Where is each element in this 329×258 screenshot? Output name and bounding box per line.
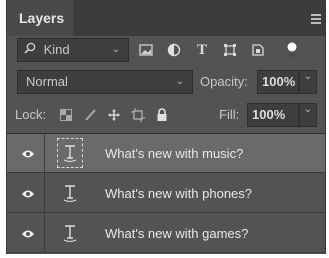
kind-filter-label: Kind [43,42,70,57]
filter-row: Kind ⌄ T [7,38,325,62]
lock-all-icon[interactable] [153,103,171,127]
lock-position-icon[interactable] [105,103,123,127]
layers-list: What's new with music? What's new with p… [7,133,325,255]
chevron-down-icon: ⌄ [303,104,312,115]
pixel-layer-filter-icon[interactable] [135,38,157,62]
blend-row: Normal ⌄ Opacity: 100% ⌄ [7,70,325,94]
lock-image-pixels-icon[interactable] [81,103,99,127]
opacity-input[interactable]: 100% [257,70,299,94]
panel-menu-icon[interactable] [311,14,321,26]
row-divider [44,214,45,252]
text-layer-icon [57,218,83,248]
text-layer-icon [57,178,83,208]
row-divider [44,174,45,212]
chevron-down-icon: ⌄ [175,76,184,87]
chevron-down-icon: ⌄ [303,71,312,82]
lock-row: Lock: Fill: 100% ⌄ [7,103,325,127]
layer-name[interactable]: What's new with games? [105,214,248,253]
tab-layers[interactable]: Layers [7,0,73,36]
shape-layer-filter-icon[interactable] [219,38,241,62]
blend-mode-value: Normal [26,74,68,89]
layer-row[interactable]: What's new with music? [7,134,325,173]
layer-row[interactable]: What's new with games? [7,214,325,253]
layer-name[interactable]: What's new with music? [105,134,243,173]
layer-row[interactable]: What's new with phones? [7,174,325,213]
visibility-eye-icon[interactable] [21,147,35,159]
opacity-label: Opacity: [200,74,248,89]
chevron-down-icon: ⌄ [111,44,120,55]
lock-label: Lock: [15,107,47,122]
kind-filter-dropdown[interactable]: Kind ⌄ [17,38,129,62]
visibility-eye-icon[interactable] [21,227,35,239]
layers-panel: Layers Kind ⌄ T Normal ⌄ Opacity: 100% ⌄… [6,0,326,254]
lock-transparency-icon[interactable] [57,103,75,127]
search-icon [24,42,40,57]
filter-toggle-icon[interactable] [281,38,303,62]
visibility-eye-icon[interactable] [21,187,35,199]
tab-bar: Layers [7,0,325,36]
text-layer-icon [57,138,83,168]
fill-input[interactable]: 100% [247,103,299,127]
fill-dropdown-button[interactable]: ⌄ [299,103,317,127]
blend-mode-dropdown[interactable]: Normal ⌄ [17,70,193,94]
type-layer-filter-icon[interactable]: T [191,38,213,62]
fill-label: Fill: [219,107,240,122]
opacity-dropdown-button[interactable]: ⌄ [299,70,317,94]
prevent-autonest-icon[interactable] [129,103,147,127]
layer-name[interactable]: What's new with phones? [105,174,252,213]
smart-object-filter-icon[interactable] [247,38,269,62]
adjustment-layer-filter-icon[interactable] [163,38,185,62]
row-divider [44,134,45,172]
